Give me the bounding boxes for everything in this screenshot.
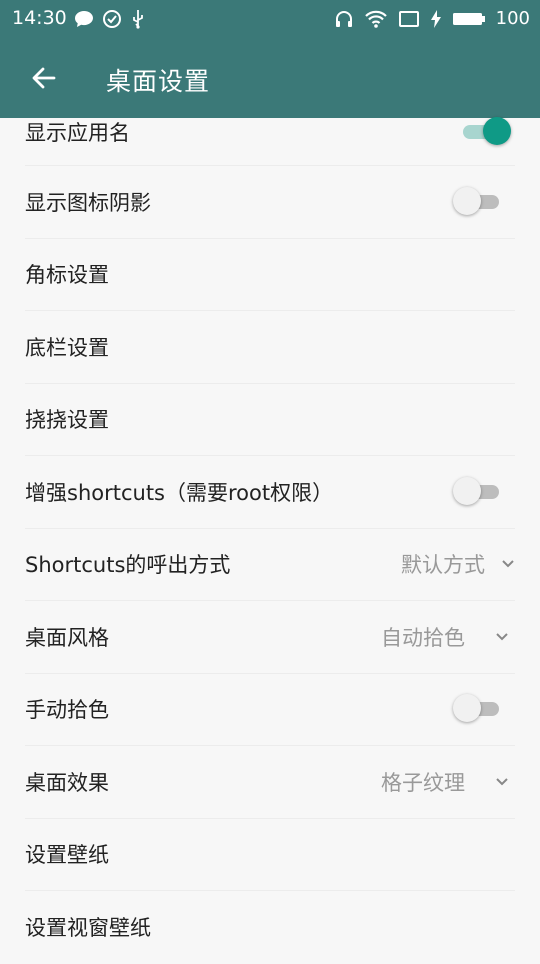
battery-icon bbox=[452, 12, 485, 25]
chevron-down-icon bbox=[496, 633, 508, 641]
setting-manual-color[interactable]: 手动拾色 bbox=[25, 674, 515, 746]
settings-list: 显示应用名 显示图标阴影 角标设置 底栏设置 挠挠设置 增强shortcuts（… bbox=[0, 96, 540, 964]
setting-label: 手动拾色 bbox=[25, 698, 109, 723]
setting-label: 角标设置 bbox=[25, 263, 109, 288]
setting-desktop-effect[interactable]: 桌面效果 格子纹理 bbox=[25, 746, 515, 819]
setting-shortcuts-trigger[interactable]: Shortcuts的呼出方式 默认方式 bbox=[25, 529, 515, 601]
battery-level: 100 bbox=[495, 8, 530, 29]
setting-label: 增强shortcuts（需要root权限） bbox=[25, 480, 334, 505]
chevron-down-icon bbox=[496, 778, 508, 786]
arrow-left-icon[interactable] bbox=[30, 64, 58, 92]
setting-wallpaper[interactable]: 设置壁纸 bbox=[25, 819, 515, 891]
setting-value: 默认方式 bbox=[401, 553, 485, 578]
manual-color-toggle[interactable] bbox=[453, 694, 499, 723]
setting-label: 设置视窗壁纸 bbox=[25, 916, 151, 941]
charging-bolt-icon bbox=[430, 9, 441, 28]
setting-value: 自动拾色 bbox=[381, 625, 465, 650]
headphones-icon bbox=[335, 10, 352, 27]
setting-label: 挠挠设置 bbox=[25, 408, 109, 433]
status-bar: 14:30 100 bbox=[0, 0, 540, 38]
setting-label: 显示图标阴影 bbox=[25, 190, 151, 215]
page-title: 桌面设置 bbox=[106, 67, 211, 96]
setting-label: 设置壁纸 bbox=[25, 843, 109, 868]
setting-viewport-wallpaper[interactable]: 设置视窗壁纸 bbox=[25, 891, 515, 964]
setting-label: 显示应用名 bbox=[25, 121, 130, 145]
cast-icon bbox=[398, 10, 419, 27]
chat-bubble-icon bbox=[75, 11, 93, 27]
show-icon-shadow-toggle[interactable] bbox=[453, 186, 499, 215]
show-app-name-toggle[interactable] bbox=[463, 117, 511, 145]
setting-value: 格子纹理 bbox=[381, 770, 465, 795]
setting-desktop-style[interactable]: 桌面风格 自动拾色 bbox=[25, 601, 515, 674]
setting-label: 桌面风格 bbox=[25, 625, 109, 650]
setting-dock[interactable]: 底栏设置 bbox=[25, 311, 515, 384]
wifi-icon bbox=[364, 10, 387, 28]
setting-label: 底栏设置 bbox=[25, 335, 109, 360]
setting-show-icon-shadow[interactable]: 显示图标阴影 bbox=[25, 166, 515, 239]
usb-icon bbox=[133, 10, 143, 29]
setting-label: 桌面效果 bbox=[25, 770, 109, 795]
setting-badge[interactable]: 角标设置 bbox=[25, 239, 515, 311]
setting-enhanced-shortcuts[interactable]: 增强shortcuts（需要root权限） bbox=[25, 456, 515, 529]
check-circle-icon bbox=[103, 10, 121, 28]
chevron-down-icon bbox=[502, 560, 514, 568]
setting-show-app-name[interactable]: 显示应用名 bbox=[25, 96, 515, 166]
setting-label: Shortcuts的呼出方式 bbox=[25, 553, 231, 578]
enhanced-shortcuts-toggle[interactable] bbox=[453, 476, 499, 505]
status-time: 14:30 bbox=[12, 7, 67, 29]
setting-scratch[interactable]: 挠挠设置 bbox=[25, 384, 515, 456]
